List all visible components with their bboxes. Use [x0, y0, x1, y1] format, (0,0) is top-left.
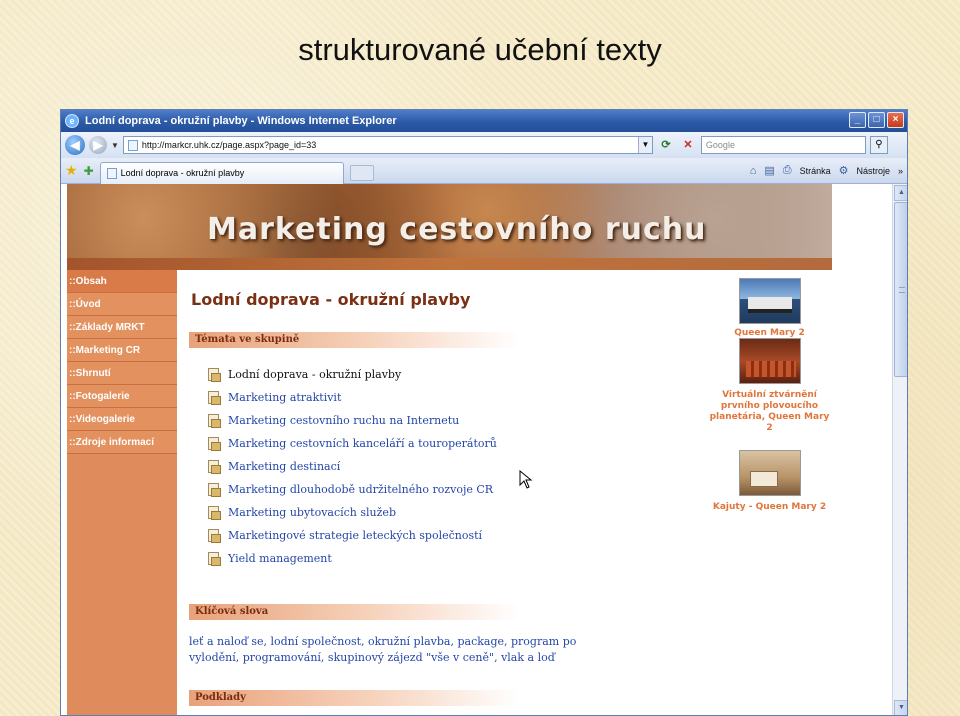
ie-logo-icon: e — [65, 114, 79, 128]
thumbnail-caption[interactable]: Kajuty - Queen Mary 2 — [707, 502, 832, 513]
document-icon — [207, 460, 221, 474]
refresh-button[interactable]: ⟳ — [657, 136, 675, 154]
document-icon — [207, 414, 221, 428]
sidebar-item-zdroje[interactable]: ::Zdroje informací — [67, 431, 177, 454]
new-tab-button[interactable] — [349, 164, 374, 181]
page-title: Lodní doprava - okružní plavby — [191, 290, 471, 309]
topic-link[interactable]: Marketing destinací — [228, 460, 340, 473]
theater-photo-icon[interactable] — [739, 338, 801, 384]
scroll-up-arrow-icon[interactable]: ▲ — [894, 185, 907, 201]
topic-link[interactable]: Marketing cestovního ruchu na Internetu — [228, 414, 459, 427]
sidebar-item-uvod[interactable]: ::Úvod — [67, 293, 177, 316]
window-title: Lodní doprava - okružní plavby - Windows… — [85, 115, 397, 127]
cabin-photo-icon[interactable] — [739, 450, 801, 496]
topic-link[interactable]: Marketing cestovních kanceláří a tourope… — [228, 437, 497, 450]
list-item[interactable]: Marketing cestovních kanceláří a tourope… — [207, 432, 497, 455]
more-commands[interactable]: » — [898, 166, 903, 176]
forward-button[interactable]: ▶ — [89, 136, 107, 154]
banner-title: Marketing cestovního ruchu — [207, 212, 707, 247]
list-item[interactable]: Marketing destinací — [207, 455, 497, 478]
tab-bar: ★ ✚ Lodní doprava - okružní plavby ⌂ ▤ ⎙… — [61, 158, 907, 184]
print-icon[interactable]: ⎙ — [783, 164, 792, 177]
home-icon[interactable]: ⌂ — [750, 165, 757, 177]
keywords-text: leť a naloď se, lodní společnost, okružn… — [189, 635, 577, 664]
document-icon — [207, 483, 221, 497]
topic-label: Lodní doprava - okružní plavby — [228, 368, 402, 381]
list-item[interactable]: Marketing dlouhodobě udržitelného rozvoj… — [207, 478, 497, 501]
url-field[interactable]: http://markcr.uhk.cz/page.aspx?page_id=3… — [122, 136, 653, 154]
back-button[interactable]: ◀ — [65, 135, 85, 155]
sidebar-item-zaklady[interactable]: ::Základy MRKT — [67, 316, 177, 339]
main-content: Lodní doprava - okružní plavby Témata ve… — [177, 270, 832, 715]
tab-current[interactable]: Lodní doprava - okružní plavby — [99, 161, 344, 184]
favorites-star-icon[interactable]: ★ — [65, 162, 78, 179]
page-icon — [106, 167, 117, 179]
section-next-header: Podklady — [189, 690, 519, 706]
list-item: Lodní doprava - okružní plavby — [207, 363, 497, 386]
section-keywords-header: Klíčová slova — [189, 604, 519, 620]
window-titlebar: e Lodní doprava - okružní plavby - Windo… — [61, 110, 907, 132]
section-topics-header: Témata ve skupině — [189, 332, 519, 348]
document-icon — [207, 529, 221, 543]
search-placeholder: Google — [705, 140, 735, 150]
list-item[interactable]: Marketing atraktivit — [207, 386, 497, 409]
minimize-button[interactable]: _ — [849, 112, 866, 128]
slide-title: strukturované učební texty — [298, 32, 662, 67]
document-icon — [207, 552, 221, 566]
topic-link[interactable]: Yield management — [228, 552, 332, 565]
list-item[interactable]: Marketing cestovního ruchu na Internetu — [207, 409, 497, 432]
topic-link[interactable]: Marketing dlouhodobě udržitelného rozvoj… — [228, 483, 493, 496]
history-dropdown-icon[interactable]: ▼ — [111, 141, 119, 150]
vertical-scrollbar[interactable]: ▲ ▼ — [892, 184, 907, 715]
close-button[interactable]: × — [887, 112, 904, 128]
list-item[interactable]: Marketing ubytovacích služeb — [207, 501, 497, 524]
address-bar: ◀ ▶ ▼ http://markcr.uhk.cz/page.aspx?pag… — [61, 132, 907, 158]
scroll-thumb[interactable] — [894, 202, 907, 377]
page-viewport: Marketing cestovního ruchu ::Obsah ::Úvo… — [61, 184, 907, 715]
page-icon — [127, 139, 138, 151]
search-input[interactable]: Google — [700, 136, 866, 154]
page-menu[interactable]: Stránka — [800, 166, 831, 176]
topic-link[interactable]: Marketing ubytovacích služeb — [228, 506, 396, 519]
tools-gear-icon: ⚙ — [838, 165, 849, 177]
url-text: http://markcr.uhk.cz/page.aspx?page_id=3… — [141, 140, 317, 150]
sidebar-item-fotogalerie[interactable]: ::Fotogalerie — [67, 385, 177, 408]
thumbnail-caption[interactable]: Virtuální ztvárnění prvního plovoucího p… — [707, 390, 832, 434]
list-item[interactable]: Yield management — [207, 547, 497, 570]
sidebar-item-obsah[interactable]: ::Obsah — [67, 270, 177, 293]
add-favorites-icon[interactable]: ✚ — [84, 164, 94, 178]
scroll-grip-icon — [899, 287, 905, 293]
sidebar-item-shrnuti[interactable]: ::Shrnutí — [67, 362, 177, 385]
document-icon — [207, 437, 221, 451]
list-item[interactable]: Marketingové strategie leteckých společn… — [207, 524, 497, 547]
maximize-button[interactable]: □ — [868, 112, 885, 128]
tab-label: Lodní doprava - okružní plavby — [120, 168, 245, 178]
document-icon — [207, 391, 221, 405]
search-icon[interactable]: ⚲ — [869, 136, 888, 154]
site-sidebar: ::Obsah ::Úvod ::Základy MRKT ::Marketin… — [67, 270, 177, 715]
ship-photo-icon[interactable] — [739, 278, 801, 324]
topic-list: Lodní doprava - okružní plavby Marketing… — [207, 363, 497, 570]
url-dropdown-icon[interactable]: ▼ — [637, 137, 652, 153]
stop-button[interactable]: ✕ — [679, 136, 697, 154]
web-page: Marketing cestovního ruchu ::Obsah ::Úvo… — [67, 184, 832, 715]
sidebar-item-videogalerie[interactable]: ::Videogalerie — [67, 408, 177, 431]
topic-link[interactable]: Marketing atraktivit — [228, 391, 341, 404]
sidebar-item-marketing-cr[interactable]: ::Marketing CR — [67, 339, 177, 362]
document-icon — [207, 506, 221, 520]
feeds-icon[interactable]: ▤ — [764, 164, 774, 177]
scroll-down-arrow-icon[interactable]: ▼ — [894, 700, 907, 715]
banner-strip — [67, 258, 832, 270]
site-banner: Marketing cestovního ruchu — [67, 184, 832, 270]
topic-link[interactable]: Marketingové strategie leteckých společn… — [228, 529, 482, 542]
window-controls: _ □ × — [849, 112, 904, 128]
document-icon — [207, 368, 221, 382]
tools-menu[interactable]: Nástroje — [856, 166, 890, 176]
mouse-cursor-icon — [519, 470, 533, 489]
browser-window: e Lodní doprava - okružní plavby - Windo… — [60, 109, 908, 716]
command-bar: ⌂ ▤ ⎙ Stránka ⚙ Nástroje » — [750, 164, 903, 177]
